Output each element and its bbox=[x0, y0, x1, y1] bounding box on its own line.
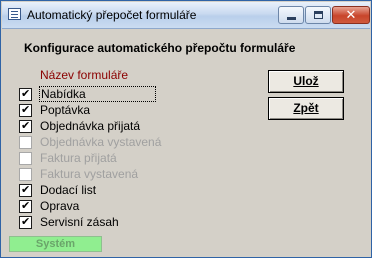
form-item-label: Poptávka bbox=[40, 103, 91, 117]
form-item-checkbox bbox=[19, 136, 32, 149]
form-item-label: Faktura přijatá bbox=[40, 151, 117, 165]
title-bar[interactable]: Automatický přepočet formuláře ✕ bbox=[2, 2, 370, 29]
check-icon: ✔ bbox=[21, 104, 31, 116]
form-item-row[interactable]: ✔ Nabídka bbox=[19, 86, 159, 102]
form-item-checkbox[interactable]: ✔ bbox=[19, 120, 32, 133]
dialog-window: Automatický přepočet formuláře ✕ Konfigu… bbox=[0, 0, 372, 258]
form-item-checkbox[interactable]: ✔ bbox=[19, 184, 32, 197]
form-item-label: Nabídka bbox=[39, 86, 156, 102]
close-icon: ✕ bbox=[345, 7, 357, 22]
back-button[interactable]: Zpět bbox=[268, 97, 344, 120]
form-item-checkbox[interactable]: ✔ bbox=[19, 216, 32, 229]
status-system-badge: Systém bbox=[9, 236, 102, 252]
form-item-checkbox bbox=[19, 152, 32, 165]
form-item-row: Faktura přijatá bbox=[19, 150, 159, 166]
form-item-label: Objednávka přijatá bbox=[40, 119, 141, 133]
form-heading: Konfigurace automatického přepočtu formu… bbox=[24, 41, 296, 55]
check-icon: ✔ bbox=[21, 216, 31, 228]
form-item-row[interactable]: ✔ Objednávka přijatá bbox=[19, 118, 159, 134]
form-item-row[interactable]: ✔ Oprava bbox=[19, 198, 159, 214]
check-icon: ✔ bbox=[21, 88, 31, 100]
form-name-column-label: Název formuláře bbox=[40, 68, 129, 82]
form-item-checkbox bbox=[19, 168, 32, 181]
check-icon: ✔ bbox=[21, 184, 31, 196]
maximize-button[interactable] bbox=[305, 6, 331, 24]
form-item-row: Objednávka vystavená bbox=[19, 134, 162, 150]
check-icon: ✔ bbox=[21, 200, 31, 212]
minimize-button[interactable] bbox=[278, 6, 304, 24]
form-item-checkbox[interactable]: ✔ bbox=[19, 88, 32, 101]
window-title: Automatický přepočet formuláře bbox=[27, 8, 197, 22]
save-button[interactable]: Ulož bbox=[268, 70, 344, 93]
check-icon: ✔ bbox=[21, 120, 31, 132]
form-item-label: Faktura vystavená bbox=[40, 167, 139, 181]
form-item-label: Oprava bbox=[40, 199, 80, 213]
form-item-row[interactable]: ✔ Dodací list bbox=[19, 182, 159, 198]
form-item-label: Objednávka vystavená bbox=[40, 135, 162, 149]
form-item-checkbox[interactable]: ✔ bbox=[19, 104, 32, 117]
form-item-row: Faktura vystavená bbox=[19, 166, 159, 182]
form-icon bbox=[8, 8, 21, 20]
form-item-checkbox[interactable]: ✔ bbox=[19, 200, 32, 213]
form-item-label: Dodací list bbox=[40, 183, 97, 197]
close-button[interactable]: ✕ bbox=[332, 6, 370, 24]
form-item-row[interactable]: ✔ Poptávka bbox=[19, 102, 159, 118]
form-item-label: Servisní zásah bbox=[40, 215, 119, 229]
form-item-row[interactable]: ✔ Servisní zásah bbox=[19, 214, 159, 230]
